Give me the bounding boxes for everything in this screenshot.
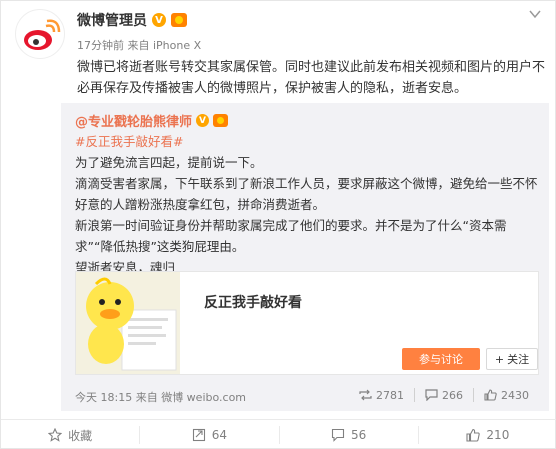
- chevron-down-icon[interactable]: [529, 9, 541, 19]
- join-discussion-button[interactable]: 参与讨论: [402, 348, 480, 370]
- repost-text: #反正我手敲好看# 为了避免流言四起，提前说一下。 滴滴受害者家属，下午联系到了…: [75, 131, 539, 278]
- weibo-logo-icon: [24, 19, 61, 50]
- post-source: 来自 iPhone X: [127, 39, 202, 52]
- post-action-bar: 收藏 64 56 210: [1, 419, 556, 449]
- repost-footer: 今天 18:15 来自 微博 weibo.com 2781 266 2430: [75, 387, 539, 405]
- repost-author[interactable]: @专业戳轮胎熊律师: [75, 111, 192, 130]
- author-row: 微博管理员 V: [77, 11, 187, 29]
- comment-count: 266: [442, 388, 463, 402]
- repost-line: 新浪第一时间验证身份并帮助家属完成了他们的要求。并不是为了什么“资本需求”“降低…: [75, 218, 507, 254]
- post-time[interactable]: 17分钟前: [77, 39, 124, 52]
- repost-icon: [192, 428, 205, 442]
- like-button[interactable]: 210: [417, 426, 556, 444]
- weibo-post-card: 微博管理员 V 17分钟前 来自 iPhone X 微博已将逝者账号转交其家属保…: [0, 0, 556, 449]
- verified-v-icon: V: [152, 13, 166, 27]
- collect-label: 收藏: [68, 428, 93, 443]
- repost-stats: 2781 266 2430: [349, 388, 539, 402]
- topic-thumbnail: [76, 272, 180, 374]
- verified-v-icon: V: [196, 114, 210, 127]
- comment-button[interactable]: 56: [278, 426, 418, 444]
- repost-line: 滴滴受害者家属，下午联系到了新浪工作人员，要求屏蔽这个微博，避免给一些不怀好意的…: [75, 176, 538, 212]
- repost-line: 为了避免流言四起，提前说一下。: [75, 155, 263, 170]
- repost-time[interactable]: 今天 18:15 来自 微博 weibo.com: [75, 389, 246, 405]
- comment-icon: [425, 389, 438, 401]
- like-icon: [466, 428, 481, 442]
- vip-badge-icon: [171, 13, 187, 27]
- repost-forward-stat[interactable]: 2781: [349, 388, 414, 402]
- post-text: 微博已将逝者账号转交其家属保管。同时也建议此前发布相关视频和图片的用户不必再保存…: [77, 60, 546, 96]
- plus-icon: +: [494, 352, 505, 366]
- topic-link-card[interactable]: 反正我手敲好看 参与讨论 + 关注: [75, 271, 539, 375]
- repost-icon: [359, 389, 372, 401]
- reposted-weibo: @专业戳轮胎熊律师 V #反正我手敲好看# 为了避免流言四起，提前说一下。 滴滴…: [61, 103, 549, 411]
- author-name[interactable]: 微博管理员: [77, 10, 147, 30]
- like-count: 2430: [501, 388, 529, 402]
- avatar[interactable]: [15, 9, 65, 59]
- repost-like-stat[interactable]: 2430: [473, 388, 539, 402]
- repost-topic-link[interactable]: #反正我手敲好看#: [75, 131, 539, 152]
- comment-action-count: 56: [350, 428, 367, 442]
- star-icon: [48, 428, 63, 442]
- collect-button[interactable]: 收藏: [1, 426, 139, 444]
- like-action-count: 210: [486, 428, 510, 442]
- post-meta: 17分钟前 来自 iPhone X: [77, 37, 201, 53]
- comment-icon: [331, 428, 345, 442]
- repost-action-count: 64: [211, 428, 228, 442]
- repost-author-row: @专业戳轮胎熊律师 V: [75, 111, 229, 130]
- repost-count: 2781: [376, 388, 404, 402]
- repost-button[interactable]: 64: [139, 426, 278, 444]
- repost-comment-stat[interactable]: 266: [414, 388, 473, 402]
- follow-button[interactable]: + 关注: [486, 348, 538, 370]
- topic-title[interactable]: 反正我手敲好看: [204, 292, 302, 312]
- vip-badge-icon: [213, 114, 229, 127]
- duck-sticker-icon: [76, 272, 180, 374]
- like-icon: [484, 389, 497, 401]
- follow-label: 关注: [507, 353, 530, 366]
